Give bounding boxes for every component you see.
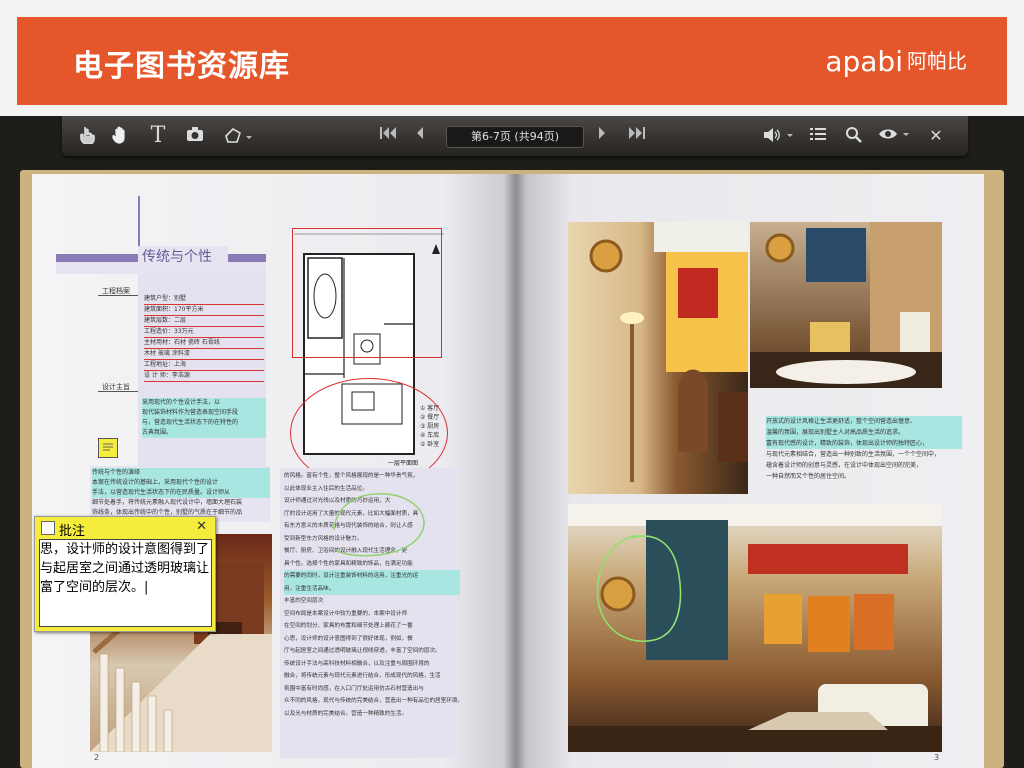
note-body-line: 与起居室之间通过透明玻璃让: [40, 561, 210, 576]
body-text-line: 厅与起居室之间通过透明玻璃让视线穿透，丰富了空间的层次。: [284, 648, 441, 654]
body-text-line: 传统设计手法与高科技材料相融合，以及注重与周围环境的: [284, 660, 430, 667]
camera-icon[interactable]: [184, 124, 206, 148]
shape-tool-icon[interactable]: [222, 124, 254, 148]
note-close-icon[interactable]: ✕: [196, 519, 207, 534]
specs-line: 设 计 师：李浩源: [144, 371, 264, 382]
designer-text-line: 现代装饰材料作为营造表现空间手段: [142, 408, 266, 418]
specs-line: 建筑户型：别墅: [144, 294, 264, 305]
app-header: 电子图书资源库 apabi 阿帕比: [17, 17, 1007, 105]
logo-text: apabi: [825, 45, 903, 78]
body-text-line: 空间布局是本案设计中较为重要的，本案中设计师: [284, 610, 408, 617]
eye-icon[interactable]: [878, 124, 912, 148]
hand-pointer-icon[interactable]: [76, 124, 98, 148]
hl-lines-line: 手法，以营造现代生活状态下的在民质量。设计师从: [92, 488, 270, 498]
apabi-logo: apabi 阿帕比: [825, 45, 967, 78]
specs-line: 主材用材：石材 瓷砖 石膏线: [144, 338, 264, 349]
label-underline: [98, 295, 138, 296]
body-text-line: 的风格。富有个性，整个风格展现的是一种华贵气氛，: [284, 473, 419, 479]
list-icon[interactable]: [808, 124, 828, 148]
designer-text-line: 采用现代的个性设计手法，以: [142, 398, 266, 408]
hl-lines-line: 传统与个性的演绎: [92, 468, 270, 478]
note-body-line: 富了空间的层次。|: [40, 580, 149, 595]
specs-line: 木材 玻璃 涂料漆: [144, 349, 264, 360]
spec-list: 建筑户型：别墅 建筑面积：170平方米 建筑层数：二层 工程造价：33万元 主材用材：石…: [144, 294, 264, 382]
caption-line: 温馨的氛围，展现出别墅主人对高品质生活的追求。: [766, 427, 962, 438]
body-text-line: 众不同的风格，现代与传统的完美结合，营造出一种有品位的居室环境。: [284, 698, 460, 704]
body-text-line: 在空间的划分、家具的布置和细节处理上颇花了一番: [284, 623, 413, 629]
body-text-line: 以及光与材质的完美结合，营造一种精致的生活。: [284, 710, 408, 717]
interior-photo-2: [750, 222, 942, 388]
designer-text: 采用现代的个性设计手法，以 现代装饰材料作为营造表现空间手段 与，营造现代生活状态下…: [142, 398, 266, 438]
green-annotation[interactable]: [316, 490, 436, 562]
page-number-left: 2: [94, 753, 100, 762]
caption-line: 开放式的设计风格让生活更舒适，整个空间营造出惬意、: [766, 416, 962, 427]
note-body-line: 思，设计师的设计意图得到了: [40, 542, 210, 557]
book-viewer[interactable]: T 第6-7页 (共94页) ✕ 传统与个性 工程档案 建筑户型：别墅 建筑面积…: [0, 116, 1024, 768]
hand-drag-icon[interactable]: [110, 124, 132, 148]
designer-text-line: 与，营造现代生活状态下的在特性的: [142, 418, 266, 428]
caption-line: 蕴含着设计师的创意与灵感，在设计中体现出空间的完美，: [766, 462, 923, 469]
caption-line: 一种自然而又个性的居住空间。: [766, 473, 851, 480]
body-text-line: 用，注重生活品味。: [284, 582, 460, 595]
first-page-icon[interactable]: [378, 124, 398, 148]
app-title: 电子图书资源库: [73, 49, 290, 84]
page-indicator[interactable]: 第6-7页 (共94页): [446, 126, 584, 148]
note-textarea[interactable]: 思，设计师的设计意图得到了 与起居室之间通过透明玻璃让 富了空间的层次。|: [39, 539, 212, 627]
label-underline-2: [98, 391, 138, 392]
specs-line: 工程地址：上海: [144, 360, 264, 371]
note-icon: [41, 521, 55, 535]
left-page: 传统与个性 工程档案 建筑户型：别墅 建筑面积：170平方米 建筑层数：二层 工程造价…: [32, 174, 516, 768]
photo-caption: 开放式的设计风格让生活更舒适，整个空间营造出惬意、 温馨的氛围，展现出别墅主人对高…: [766, 416, 962, 482]
body-text-line: 氛围中富有时尚感，在入口门厅处运用仿古石材营造出与: [284, 685, 424, 692]
right-page: 开放式的设计风格让生活更舒适，整个空间营造出惬意、 温馨的氛围，展现出别墅主人对高…: [516, 174, 984, 768]
last-page-icon[interactable]: [626, 124, 648, 148]
specs-line: 建筑面积：170平方米: [144, 305, 264, 316]
specs-line: 工程造价：33万元: [144, 327, 264, 338]
note-marker-icon[interactable]: [98, 438, 118, 458]
next-page-icon[interactable]: [594, 124, 610, 148]
logo-cn-text: 阿帕比: [907, 49, 967, 73]
body-text-line: 心思，设计师的设计意图得到了很好体现，例如，餐: [284, 635, 413, 642]
body-text-line: 融合，将传统元素与现代元素进行结合，形成现代的风格，生活: [284, 673, 441, 679]
hl-lines-line: 本案在传统设计的基础上，采用现代个性的设计: [92, 478, 270, 488]
text-select-icon[interactable]: T: [148, 124, 168, 148]
annotation-note[interactable]: 批注 ✕ 思，设计师的设计意图得到了 与起居室之间通过透明玻璃让 富了空间的层次。|: [34, 516, 216, 632]
specs-line: 建筑层数：二层: [144, 316, 264, 327]
caption-line: 与现代元素相结合，营造出一种别致的生活氛围，一个个空间中，: [766, 451, 941, 458]
body-text-line: 丰富的空间层次: [284, 598, 324, 604]
green-circle-annotation[interactable]: [592, 530, 684, 648]
interior-photo-1: [568, 222, 748, 494]
page-number-right: 3: [934, 753, 940, 762]
section-band: [56, 262, 266, 274]
volume-icon[interactable]: [762, 124, 796, 148]
book-spine: [504, 174, 526, 768]
search-icon[interactable]: [844, 124, 864, 148]
body-text-line: 的需要的同时，设计注重装饰材料的运用，注重光的运: [284, 570, 460, 583]
hl-lines-line: 细节处着手，将传统元素融入现代设计中，墙面大理石装: [92, 499, 243, 506]
reader-toolbar: T 第6-7页 (共94页) ✕: [62, 116, 968, 156]
annotation-rectangle[interactable]: [292, 228, 442, 358]
close-icon[interactable]: ✕: [928, 124, 944, 148]
designer-text-line: 古典氛围。: [142, 428, 266, 438]
note-title: 批注: [59, 524, 86, 539]
caption-line: 富有现代感的设计，精致的装饰，体现出设计师的独特匠心，: [766, 438, 962, 449]
prev-page-icon[interactable]: [412, 124, 428, 148]
highlighted-text: 传统与个性的演绎 本案在传统设计的基础上，采用现代个性的设计 手法，以营造现代生活状…: [92, 468, 270, 518]
